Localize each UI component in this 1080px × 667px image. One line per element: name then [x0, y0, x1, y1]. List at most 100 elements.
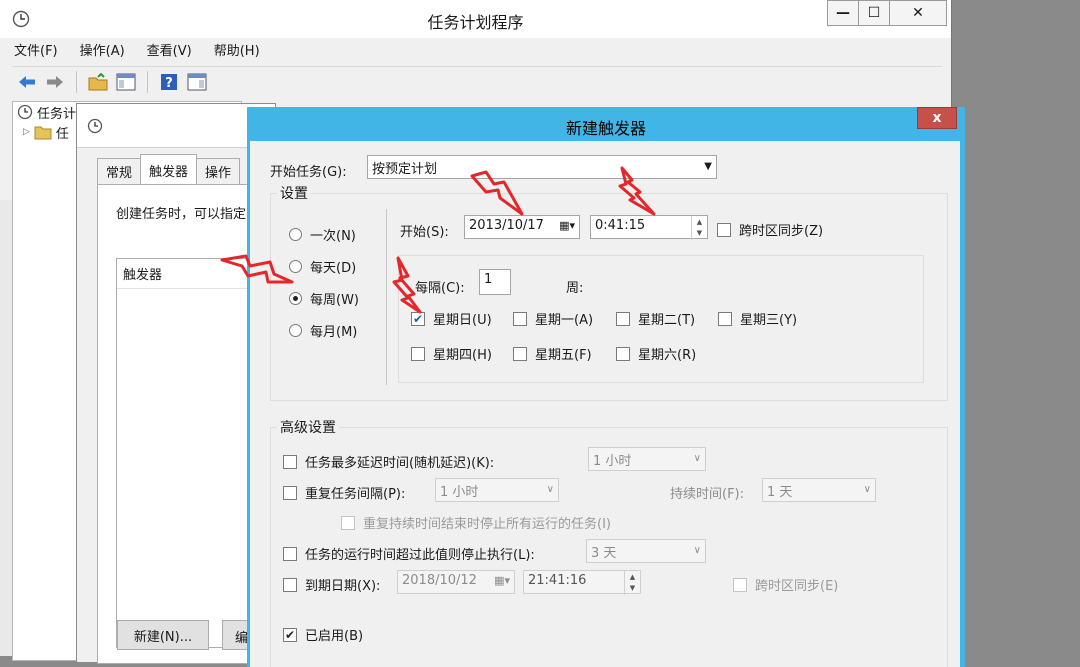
tab-triggers[interactable]: 触发器	[140, 154, 198, 184]
checkbox-label: 星期三(Y)	[740, 313, 798, 328]
menu-bar: 文件(F) 操作(A) 查看(V) 帮助(H)	[14, 40, 282, 59]
radio-once[interactable]: 一次(N)	[289, 225, 356, 244]
start-task-select[interactable]: 按预定计划 ▼	[367, 155, 717, 179]
calendar-icon[interactable]: ▦▾	[559, 219, 575, 232]
checkbox-label: 跨时区同步(E)	[755, 579, 839, 594]
enabled-checkbox[interactable]: ✔ 已启用(B)	[283, 625, 363, 644]
expire-checkbox[interactable]: 到期日期(X):	[283, 575, 380, 594]
checkbox-box	[616, 311, 630, 326]
checkbox-label: 星期四(H)	[433, 348, 492, 363]
expire-time-input[interactable]: 21:41:16 ▲ ▼	[523, 570, 641, 595]
radio-dot	[289, 228, 302, 241]
radio-label: 每月(M)	[310, 325, 358, 340]
chevron-down-icon: ∨	[546, 484, 554, 495]
radio-weekly[interactable]: 每周(W)	[289, 289, 359, 308]
stop-if-exceeds-checkbox[interactable]: 任务的运行时间超过此值则停止执行(L):	[283, 544, 535, 563]
stop-after-value: 3 天	[591, 546, 617, 561]
annotation-arrow-weekly-icon	[220, 254, 294, 284]
delay-value: 1 小时	[593, 454, 632, 469]
checkbox-friday[interactable]: 星期五(F)	[513, 344, 592, 363]
tab-actions[interactable]: 操作	[196, 158, 241, 184]
checkbox-label: 重复任务间隔(P):	[305, 487, 406, 502]
show-hide-console-icon[interactable]	[115, 71, 137, 93]
radio-dot	[289, 324, 302, 337]
new-trigger-body: 开始任务(G): 按预定计划 ▼ 设置 一次(N) 每天(D) 每周(W) 每月…	[250, 141, 960, 667]
start-date-picker[interactable]: 2013/10/17 ▦▾	[464, 215, 580, 239]
calendar-icon[interactable]: ▦▾	[494, 574, 510, 587]
time-spinner[interactable]: ▲ ▼	[691, 216, 707, 240]
radio-daily[interactable]: 每天(D)	[289, 257, 356, 276]
minimize-button[interactable]: —	[827, 0, 859, 26]
tree-item-label: 任务计	[37, 106, 77, 122]
start-task-value: 按预定计划	[372, 162, 438, 177]
radio-label: 每周(W)	[310, 293, 359, 308]
menu-file[interactable]: 文件(F)	[14, 40, 58, 59]
close-dialog-button[interactable]: x	[917, 107, 957, 129]
new-trigger-button[interactable]: 新建(N)...	[117, 620, 209, 650]
start-time-input[interactable]: 0:41:15 ▲ ▼	[590, 215, 708, 240]
forward-arrow-icon[interactable]	[44, 71, 66, 93]
checkbox-wednesday[interactable]: 星期三(Y)	[718, 309, 797, 328]
menu-view[interactable]: 查看(V)	[147, 40, 192, 59]
checkbox-box	[283, 485, 297, 500]
action-pane-icon[interactable]	[186, 71, 208, 93]
checkbox-monday[interactable]: 星期一(A)	[513, 309, 593, 328]
stop-on-repeat-end-checkbox[interactable]: 重复持续时间结束时停止所有运行的任务(I)	[341, 513, 611, 532]
sync-timezone-checkbox[interactable]: 跨时区同步(Z)	[717, 220, 823, 239]
spin-down-icon[interactable]: ▼	[692, 227, 707, 238]
delay-checkbox[interactable]: 任务最多延迟时间(随机延迟)(K):	[283, 452, 494, 471]
expire-date-value: 2018/10/12	[402, 573, 477, 588]
menu-help[interactable]: 帮助(H)	[214, 40, 260, 59]
start-time-value: 0:41:15	[595, 218, 646, 233]
start-date-value: 2013/10/17	[469, 218, 544, 233]
checkbox-box	[341, 515, 355, 530]
create-task-title-bar	[77, 104, 275, 148]
maximize-button[interactable]: ☐	[858, 0, 890, 26]
folder-icon	[34, 126, 52, 140]
checkbox-box	[513, 346, 527, 361]
create-task-dialog: 常规 触发器 操作 创建任务时，可以指定 触发器 新建(N)... 编	[76, 103, 282, 664]
spin-down-icon[interactable]: ▼	[625, 582, 640, 593]
toolbar-separator	[76, 70, 77, 93]
folder-up-icon[interactable]	[87, 71, 109, 93]
annotation-arrow-start-date-icon	[470, 170, 524, 216]
radio-monthly[interactable]: 每月(M)	[289, 321, 357, 340]
checkbox-box	[733, 577, 747, 592]
checkbox-tuesday[interactable]: 星期二(T)	[616, 309, 695, 328]
checkbox-label: 星期二(T)	[638, 313, 696, 328]
radio-label: 一次(N)	[310, 229, 356, 244]
svg-text:?: ?	[165, 76, 173, 91]
checkbox-box	[283, 546, 297, 561]
expire-sync-timezone-checkbox[interactable]: 跨时区同步(E)	[733, 575, 838, 594]
repeat-interval-select[interactable]: 1 小时 ∨	[435, 478, 559, 502]
checkbox-label: 星期五(F)	[535, 348, 592, 363]
radio-label: 每天(D)	[310, 261, 357, 276]
toolbar: ?	[12, 66, 942, 96]
left-edge-strip	[0, 200, 12, 656]
checkbox-label: 星期日(U)	[433, 313, 492, 328]
spin-up-icon[interactable]: ▲	[692, 216, 707, 227]
help-icon[interactable]: ?	[158, 71, 180, 93]
duration-select[interactable]: 1 天 ∨	[762, 478, 876, 502]
delay-select[interactable]: 1 小时 ∨	[588, 447, 706, 471]
main-title-bar: 任务计划程序 — ☐ ✕	[0, 0, 951, 38]
menu-action[interactable]: 操作(A)	[80, 40, 125, 59]
repeat-checkbox[interactable]: 重复任务间隔(P):	[283, 483, 405, 502]
checkbox-box	[411, 346, 425, 361]
expire-date-picker[interactable]: 2018/10/12 ▦▾	[397, 570, 515, 594]
stop-after-select[interactable]: 3 天 ∨	[586, 539, 706, 563]
checkbox-label: 重复持续时间结束时停止所有运行的任务(I)	[363, 517, 611, 532]
checkbox-saturday[interactable]: 星期六(R)	[616, 344, 696, 363]
week-unit-label: 周:	[566, 281, 584, 296]
time-spinner[interactable]: ▲ ▼	[624, 571, 640, 595]
settings-separator	[386, 209, 387, 385]
checkbox-thursday[interactable]: 星期四(H)	[411, 344, 492, 363]
chevron-down-icon: ∨	[863, 484, 871, 495]
spin-up-icon[interactable]: ▲	[625, 571, 640, 582]
expand-arrow-icon[interactable]: ▷	[23, 127, 30, 137]
tab-general[interactable]: 常规	[97, 158, 142, 184]
back-arrow-icon[interactable]	[16, 71, 38, 93]
every-weeks-input[interactable]: 1	[479, 269, 511, 295]
close-button[interactable]: ✕	[889, 0, 947, 26]
settings-group-title: 设置	[277, 183, 311, 203]
